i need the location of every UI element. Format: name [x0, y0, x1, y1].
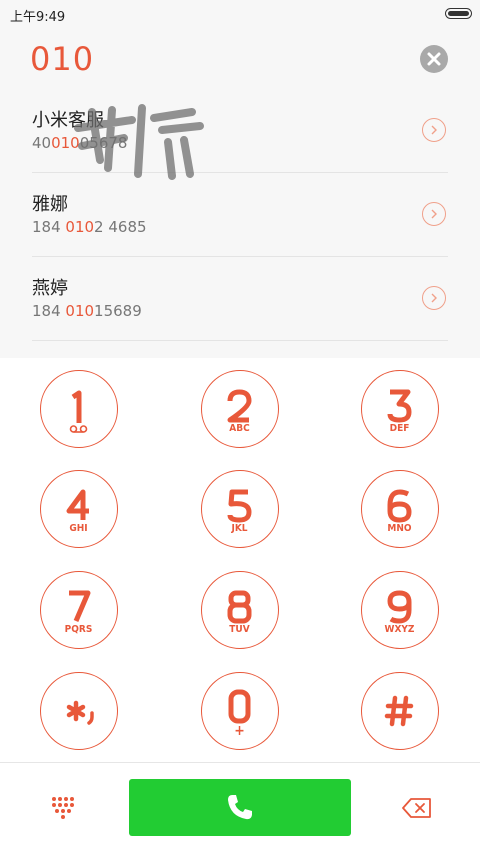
digit-7-glyph — [69, 590, 91, 622]
key-3[interactable]: DEF — [361, 370, 439, 448]
key-4[interactable]: GHI — [40, 470, 118, 548]
key-1[interactable] — [40, 370, 118, 448]
digit-2-glyph — [227, 389, 252, 423]
phone-match-highlight: 010 — [51, 134, 80, 152]
contact-results-list: 小米客服 4001005678 雅娜 184 0102 4685 燕婷 184 … — [0, 88, 480, 358]
contact-detail-button[interactable] — [422, 202, 446, 226]
key-5[interactable]: JKL — [201, 470, 279, 548]
phone-part: 2 4685 — [94, 218, 147, 236]
key-letters: PQRS — [64, 624, 93, 635]
contact-name: 燕婷 — [32, 278, 68, 299]
phone-match-highlight: 010 — [65, 218, 95, 236]
status-time: 上午9:49 — [10, 10, 66, 25]
key-letters: WXYZ — [384, 624, 415, 635]
dialpad-grid-icon — [52, 797, 74, 819]
backspace-icon — [402, 798, 431, 818]
dial-keypad: ABC DEF GHI JKL MNO PQRS TUV WXYZ + — [0, 358, 480, 762]
digit-4-glyph — [66, 489, 89, 520]
phone-part: 184 — [32, 218, 66, 236]
phone-part: 15689 — [94, 302, 142, 320]
key-hash[interactable] — [361, 672, 439, 750]
backspace-button[interactable] — [402, 797, 432, 823]
key-2[interactable]: ABC — [201, 370, 279, 448]
key-0[interactable]: + — [201, 672, 279, 750]
contact-result-row[interactable]: 雅娜 184 0102 4685 — [32, 172, 448, 257]
call-button[interactable] — [129, 779, 351, 836]
key-8[interactable]: TUV — [201, 571, 279, 649]
dial-input-bar: 010 — [0, 28, 480, 89]
phone-part: 184 — [32, 302, 66, 320]
contact-name: 雅娜 — [32, 194, 68, 215]
contact-name: 小米客服 — [32, 110, 104, 131]
dialpad-toggle-button[interactable] — [50, 796, 76, 826]
phone-icon — [228, 795, 252, 820]
key-6[interactable]: MNO — [361, 470, 439, 548]
digit-3-glyph — [387, 389, 412, 423]
status-bar: 上午9:49 — [0, 0, 480, 28]
key-9[interactable]: WXYZ — [361, 571, 439, 649]
bottom-action-bar — [0, 762, 480, 854]
contact-phone: 184 01015689 — [32, 302, 142, 320]
digit-5-glyph — [227, 489, 252, 523]
key-letters: JKL — [231, 523, 248, 534]
chevron-right-icon — [431, 209, 437, 219]
digit-9-glyph — [387, 590, 412, 624]
clear-input-button[interactable] — [420, 45, 448, 73]
digit-6-glyph — [387, 489, 412, 523]
chevron-right-icon — [431, 125, 437, 135]
contact-phone: 184 0102 4685 — [32, 218, 147, 236]
close-icon — [427, 52, 441, 66]
contact-result-row[interactable]: 小米客服 4001005678 — [32, 88, 448, 173]
contact-detail-button[interactable] — [422, 118, 446, 142]
phone-match-highlight: 010 — [65, 302, 95, 320]
key-letters: DEF — [389, 423, 410, 434]
key-letters: + — [234, 723, 245, 739]
digit-8-glyph — [227, 590, 252, 624]
key-7[interactable]: PQRS — [40, 571, 118, 649]
phone-part: 05678 — [79, 134, 128, 152]
key-letters: ABC — [229, 423, 250, 434]
key-star[interactable] — [40, 672, 118, 750]
key-letters: TUV — [229, 624, 250, 635]
contact-detail-button[interactable] — [422, 286, 446, 310]
chevron-right-icon — [431, 293, 437, 303]
contact-result-row[interactable]: 燕婷 184 01015689 — [32, 256, 448, 341]
hash-glyph — [384, 695, 414, 727]
key-letters: MNO — [387, 523, 412, 534]
dialed-number: 010 — [30, 40, 95, 78]
contact-phone: 4001005678 — [32, 134, 127, 152]
key-letters: GHI — [69, 523, 88, 534]
battery-icon — [445, 8, 472, 19]
star-comma-glyph — [66, 700, 94, 725]
phone-part: 40 — [32, 134, 52, 152]
voicemail-icon — [69, 425, 88, 433]
